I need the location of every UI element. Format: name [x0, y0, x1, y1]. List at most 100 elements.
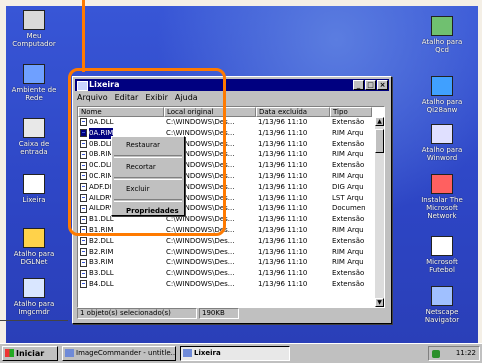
cell-original-location: C:\WINDOWS\Des...: [166, 279, 235, 288]
table-row[interactable]: B3.RIM C:\WINDOWS\Des... 1/13/96 11:10 RIM …: [78, 257, 384, 268]
desktop-icon-right-5[interactable]: Netscape Navigator: [412, 286, 472, 324]
minimize-button[interactable]: _: [353, 80, 364, 90]
column-header-original-location[interactable]: Local original: [164, 107, 256, 117]
maximize-button[interactable]: □: [365, 80, 376, 90]
cell-name: B3.RIM: [78, 257, 164, 268]
menu-arquivo[interactable]: Arquivo: [77, 93, 108, 104]
desktop-icon-right-4[interactable]: Microsoft Futebol: [412, 236, 472, 274]
cell-date-deleted: 1/13/96 11:10: [258, 279, 308, 288]
window-titlebar[interactable]: Lixeira _ □ ×: [75, 79, 389, 91]
taskbar-button-label: ImageCommander - untitle...: [76, 349, 176, 357]
scroll-thumb[interactable]: [375, 129, 384, 153]
cell-original-location: C:\WINDOWS\Des...: [166, 269, 235, 278]
cell-original-location: C:\WINDOWS\Des...: [166, 247, 235, 256]
desktop-icon-label: Microsoft Futebol: [426, 258, 458, 274]
desktop-icon-left-4[interactable]: Atalho para DGLNet: [4, 228, 64, 266]
desktop-icon-label: Lixeira: [22, 196, 46, 204]
scroll-down-button[interactable]: ▼: [375, 298, 384, 307]
table-row[interactable]: B2.DLL C:\WINDOWS\Des... 1/13/96 11:10 Exte…: [78, 236, 384, 247]
tray-icon[interactable]: [432, 350, 440, 358]
cell-type: Extensão: [332, 269, 365, 278]
table-row[interactable]: 0A.DLL C:\WINDOWS\Des... 1/13/96 11:10 Exte…: [78, 117, 384, 128]
menu-editar[interactable]: Editar: [115, 93, 139, 104]
desktop-icon-right-3[interactable]: Instalar The Microsoft Network: [412, 174, 472, 220]
my-computer-icon: [23, 10, 45, 30]
column-header-type[interactable]: Tipo: [330, 107, 372, 117]
start-button[interactable]: Iniciar: [2, 346, 58, 361]
file-icon: [80, 183, 87, 192]
file-icon: [80, 226, 87, 235]
taskbar-button-imagecommander[interactable]: ImageCommander - untitle...: [62, 346, 176, 361]
desktop-icon-label: Atalho para Qi28anw: [421, 98, 463, 114]
status-size: 190KB: [199, 308, 239, 319]
cell-date-deleted: 1/13/96 11:10: [258, 171, 308, 180]
desktop-icon-right-2[interactable]: Atalho para Winword: [412, 124, 472, 162]
file-icon: [80, 204, 87, 213]
file-name: B2.RIM: [89, 247, 114, 256]
cell-type: Extensão: [332, 279, 365, 288]
context-recortar[interactable]: Recortar: [112, 159, 184, 176]
cell-name: B2.RIM: [78, 247, 164, 258]
shortcut-icon: [23, 278, 45, 298]
recycle-bin-icon: [77, 81, 88, 91]
clock[interactable]: 11:22: [456, 349, 476, 357]
file-icon: [80, 118, 87, 127]
context-restaurar[interactable]: Restaurar: [112, 137, 184, 154]
desktop-icon-label: Caixa de entrada: [18, 140, 50, 156]
desktop-icon-left-3[interactable]: Lixeira: [4, 174, 64, 204]
context-excluir[interactable]: Excluir: [112, 181, 184, 198]
context-separator: [114, 177, 182, 180]
cell-name: 0A.DLL: [78, 117, 164, 128]
cell-original-location: C:\WINDOWS\Des...: [166, 225, 235, 234]
desktop-icon-left-0[interactable]: Meu Computador: [4, 10, 64, 48]
file-name: 0B.RIM: [89, 150, 114, 159]
file-name: B3.DLL: [89, 269, 114, 278]
inbox-icon: [23, 118, 45, 138]
desktop-icon-left-2[interactable]: Caixa de entrada: [4, 118, 64, 156]
file-icon: [80, 237, 87, 246]
msn-icon: [431, 174, 453, 194]
cell-type: Extensão: [332, 236, 365, 245]
column-header-date-deleted[interactable]: Data excluída: [256, 107, 330, 117]
cell-date-deleted: 1/13/96 11:10: [258, 128, 308, 137]
table-row[interactable]: B3.DLL C:\WINDOWS\Des... 1/13/96 11:10 Exte…: [78, 268, 384, 279]
imagecommander-icon: [65, 349, 74, 357]
table-row[interactable]: B4.DLL C:\WINDOWS\Des... 1/13/96 11:10 Exte…: [78, 279, 384, 290]
table-row[interactable]: B1.RIM C:\WINDOWS\Des... 1/13/96 11:10 RIM …: [78, 225, 384, 236]
cell-type: DIG Arqu: [332, 182, 364, 191]
table-row[interactable]: B2.RIM C:\WINDOWS\Des... 1/13/96 11:10 RIM …: [78, 247, 384, 258]
scroll-up-button[interactable]: ▲: [375, 117, 384, 126]
cell-type: RIM Arqu: [332, 128, 364, 137]
taskbar-button-label: Lixeira: [194, 349, 221, 357]
cell-type: Extensão: [332, 215, 365, 224]
cell-date-deleted: 1/13/96 11:10: [258, 258, 308, 267]
file-icon: [80, 139, 87, 148]
cell-date-deleted: 1/13/96 11:10: [258, 150, 308, 159]
cell-name: B1.RIM: [78, 225, 164, 236]
cell-type: Documen: [332, 204, 366, 213]
desktop-icon-label: Meu Computador: [12, 32, 56, 48]
cell-type: RIM Arqu: [332, 258, 364, 267]
cell-date-deleted: 1/13/96 11:10: [258, 161, 308, 170]
file-icon: [80, 150, 87, 159]
file-icon: [80, 269, 87, 278]
shortcut-icon: [431, 76, 453, 96]
desktop-icon-right-0[interactable]: Atalho para Qcd: [412, 16, 472, 54]
vertical-scrollbar[interactable]: ▲ ▼: [375, 117, 384, 307]
cell-type: Extensão: [332, 139, 365, 148]
cell-type: RIM Arqu: [332, 225, 364, 234]
file-name: B4.DLL: [89, 279, 114, 288]
context-propriedades[interactable]: Propriedades: [112, 203, 184, 220]
desktop-icon-left-1[interactable]: Ambiente de Rede: [4, 64, 64, 102]
taskbar-button-lixeira[interactable]: Lixeira: [180, 346, 290, 361]
menu-ajuda[interactable]: Ajuda: [175, 93, 198, 104]
window-title: Lixeira: [89, 80, 120, 89]
menu-exibir[interactable]: Exibir: [145, 93, 168, 104]
desktop-icon-left-5[interactable]: Atalho para Imgcmdr: [4, 278, 64, 316]
desktop-icon-label: Ambiente de Rede: [11, 86, 57, 102]
desktop-icon-right-1[interactable]: Atalho para Qi28anw: [412, 76, 472, 114]
close-button[interactable]: ×: [377, 80, 388, 90]
desktop-icon-label: Netscape Navigator: [424, 308, 460, 324]
column-header-name[interactable]: Nome: [78, 107, 164, 117]
list-header: Nome Local original Data excluída Tipo: [78, 107, 384, 117]
